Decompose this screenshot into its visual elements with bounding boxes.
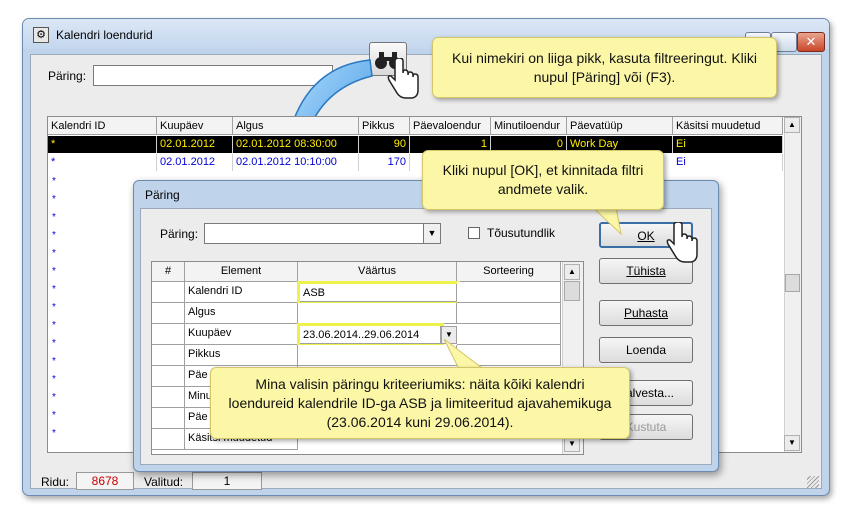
row-marker: *: [52, 374, 56, 385]
rows-count: 8678: [76, 472, 134, 490]
criteria-sort[interactable]: [457, 282, 561, 303]
table-cell: 90: [359, 136, 410, 153]
selected-count: 1: [192, 472, 262, 490]
row-marker: *: [52, 392, 56, 403]
ascending-checkbox[interactable]: [468, 227, 480, 239]
table-cell: 170: [359, 154, 410, 171]
column-header: Sorteering: [457, 262, 561, 282]
ok-hint-callout: Kliki nupul [OK], et kinnitada filtri an…: [422, 150, 664, 210]
resize-grip[interactable]: [807, 476, 819, 488]
column-header[interactable]: Minutiloendur: [491, 117, 567, 135]
table-cell: *: [48, 136, 157, 153]
app-icon: ⚙: [33, 27, 49, 43]
criteria-value-input[interactable]: ASB: [297, 281, 460, 305]
row-marker: *: [52, 230, 56, 241]
criteria-row-number: [152, 303, 185, 324]
column-header[interactable]: Päevatüüp: [567, 117, 673, 135]
dialog-query-input[interactable]: [204, 223, 424, 244]
row-marker: *: [52, 302, 56, 313]
row-marker: *: [52, 338, 56, 349]
criteria-row-number: [152, 429, 185, 450]
clear-button[interactable]: Puhasta: [599, 300, 693, 326]
ok-hint-text: Kliki nupul [OK], et kinnitada filtri an…: [442, 162, 644, 197]
criteria-value-input[interactable]: [298, 303, 457, 324]
criteria-row-number: [152, 408, 185, 429]
row-marker: *: [52, 194, 56, 205]
window-title: Kalendri loendurid: [56, 28, 153, 42]
column-header[interactable]: Algus: [233, 117, 359, 135]
criteria-sort[interactable]: [457, 303, 561, 324]
scroll-up-button[interactable]: ▲: [564, 264, 580, 280]
table-cell: Ei: [673, 136, 783, 153]
row-marker: *: [52, 212, 56, 223]
column-header: Väärtus: [298, 262, 457, 282]
criteria-value-input[interactable]: [298, 345, 457, 366]
table-cell: Ei: [673, 154, 783, 171]
table-cell: 02.01.2012 10:10:00: [233, 154, 359, 171]
selected-label: Valitud:: [144, 475, 184, 489]
criteria-row-number: [152, 345, 185, 366]
scroll-thumb[interactable]: [785, 274, 800, 292]
column-header[interactable]: Pikkus: [359, 117, 410, 135]
table-cell: 02.01.2012 08:30:00: [233, 136, 359, 153]
table-cell: 02.01.2012: [157, 154, 233, 171]
row-marker: *: [52, 176, 56, 187]
hand-cursor-icon: [666, 222, 698, 263]
criteria-element: Algus: [185, 303, 298, 324]
criteria-element: Pikkus: [185, 345, 298, 366]
criteria-element: Kuupäev: [185, 324, 298, 345]
criteria-row-number: [152, 366, 185, 387]
table-cell: 02.01.2012: [157, 136, 233, 153]
chevron-down-icon: ▼: [427, 228, 437, 238]
column-header[interactable]: Käsitsi muudetud: [673, 117, 783, 135]
column-header: Element: [185, 262, 298, 282]
rows-label: Ridu:: [41, 475, 70, 489]
criteria-value-input[interactable]: 23.06.2014..29.06.2014: [297, 323, 444, 347]
column-header: #: [152, 262, 185, 282]
filter-hint-callout: Kui nimekiri on liiga pikk, kasuta filtr…: [432, 37, 777, 98]
table-cell: *: [48, 154, 157, 171]
row-marker: *: [52, 320, 56, 331]
scroll-thumb[interactable]: [564, 281, 580, 301]
column-header[interactable]: Päevaloendur: [410, 117, 491, 135]
count-button[interactable]: Loenda: [599, 337, 693, 363]
row-marker: *: [52, 248, 56, 259]
row-marker: *: [52, 410, 56, 421]
dialog-query-label: Päring:: [160, 227, 199, 241]
criteria-row-number: [152, 324, 185, 345]
row-marker: *: [52, 284, 56, 295]
scroll-down-button[interactable]: ▼: [784, 435, 800, 451]
row-marker: *: [52, 266, 56, 277]
scroll-up-button[interactable]: ▲: [784, 117, 800, 133]
criteria-element: Kalendri ID: [185, 282, 298, 303]
query-label: Päring:: [48, 69, 87, 83]
row-marker: *: [52, 356, 56, 367]
column-header[interactable]: Kuupäev: [157, 117, 233, 135]
criteria-hint-callout: Mina valisin päringu kriteeriumiks: näit…: [210, 367, 630, 439]
close-button[interactable]: ✕: [797, 32, 825, 52]
criteria-row-number: [152, 282, 185, 303]
column-header[interactable]: Kalendri ID: [48, 117, 157, 135]
row-marker: *: [52, 428, 56, 439]
criteria-hint-text: Mina valisin päringu kriteeriumiks: näit…: [228, 375, 612, 430]
ascending-label: Tõusutundlik: [487, 226, 556, 240]
hand-cursor-icon: [387, 58, 419, 99]
criteria-row-number: [152, 387, 185, 408]
dialog-title: Päring: [145, 188, 180, 202]
dialog-query-dropdown[interactable]: ▼: [423, 223, 441, 244]
